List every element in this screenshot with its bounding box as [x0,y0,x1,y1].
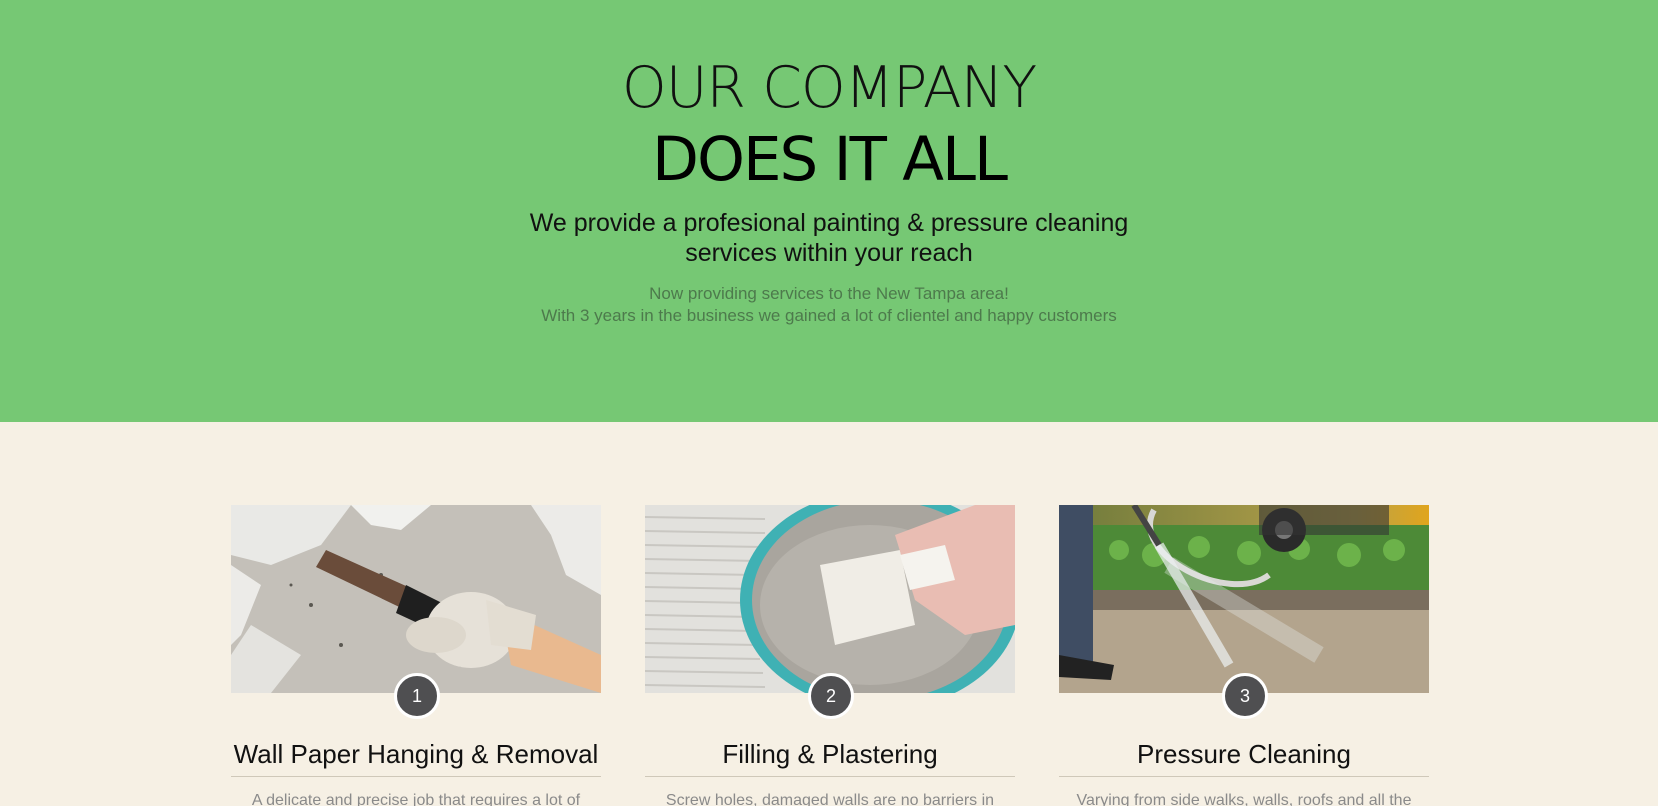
hero-heading-line1: OUR COMPANY [621,55,1037,121]
hero-subtext-line1: Now providing services to the New Tampa … [649,284,1009,303]
service-card-pressure-cleaning[interactable]: 3 Pressure Cleaning Varying from side wa… [1059,505,1429,806]
wallpaper-scraper-photo [231,505,601,693]
step-badge: 1 [394,673,440,719]
step-badge: 2 [808,673,854,719]
service-description: Screw holes, damaged walls are no barrie… [665,792,995,806]
divider [1059,776,1429,777]
service-title[interactable]: Wall Paper Hanging & Removal [231,738,601,770]
hero-subtext-line2: With 3 years in the business we gained a… [541,306,1117,325]
service-description: A delicate and precise job that requires… [251,792,581,806]
hero-tagline: We provide a profesional painting & pres… [0,208,1658,268]
plaster-bowl-photo [645,505,1015,693]
hero-tagline-line1: We provide a profesional painting & pres… [529,209,1129,237]
divider [645,776,1015,777]
hero-heading-line2: DOES IT ALL [652,124,1008,195]
service-title[interactable]: Filling & Plastering [645,738,1015,770]
hero-section: OUR COMPANY DOES IT ALL We provide a pro… [0,0,1658,422]
service-card-plastering[interactable]: 2 Filling & Plastering Screw holes, dama… [645,505,1015,806]
hero-tagline-line2: services within your reach [685,239,973,267]
service-card-wallpaper[interactable]: 1 Wall Paper Hanging & Removal A delicat… [231,505,601,806]
hero-subtext: Now providing services to the New Tampa … [0,283,1658,327]
pressure-washer-photo [1059,505,1429,693]
service-description: Varying from side walks, walls, roofs an… [1076,792,1412,806]
service-title[interactable]: Pressure Cleaning [1059,738,1429,770]
divider [231,776,601,777]
step-badge: 3 [1222,673,1268,719]
